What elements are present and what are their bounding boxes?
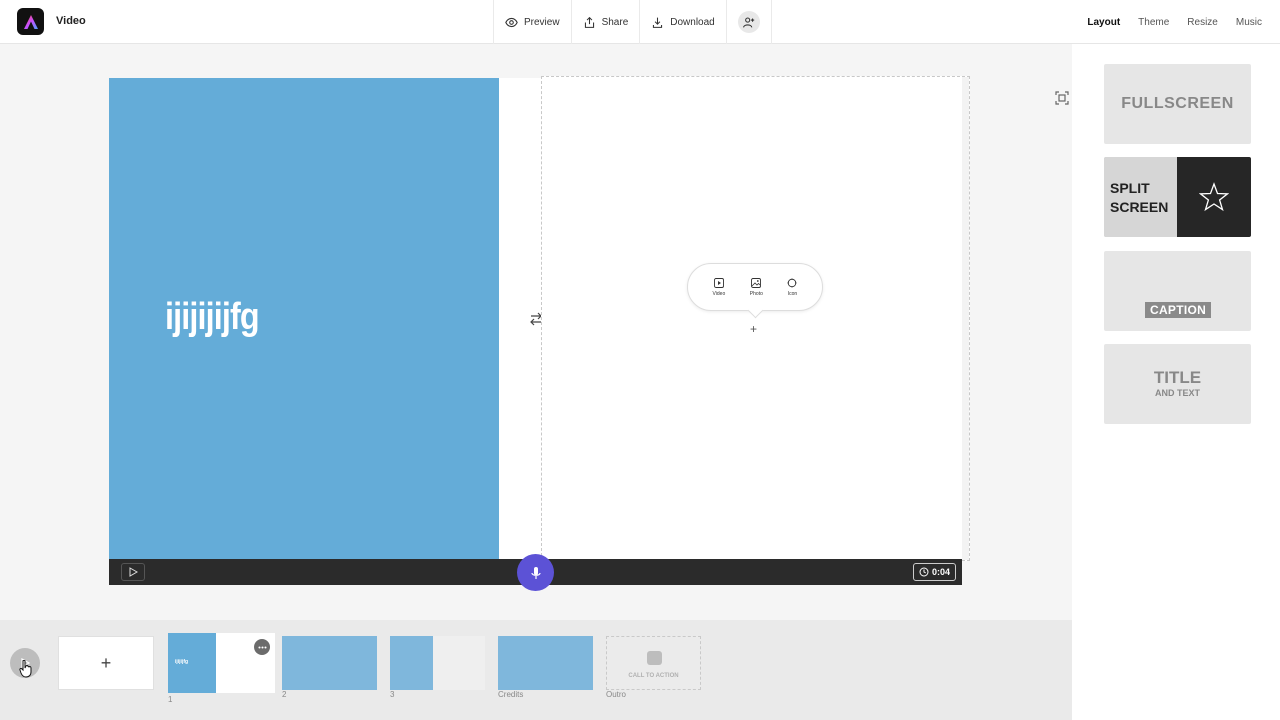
mouse-cursor-icon bbox=[19, 660, 32, 678]
preview-button[interactable]: Preview bbox=[493, 0, 571, 44]
scene-duration-button[interactable]: 0:04 bbox=[912, 563, 956, 581]
split-screen-label: SPLIT SCREEN bbox=[1110, 179, 1168, 217]
logo-placeholder-icon bbox=[647, 651, 662, 665]
duration-text: 0:04 bbox=[931, 567, 950, 577]
slide-right-panel[interactable]: Video Photo Icon + bbox=[541, 76, 970, 561]
insert-media-popover: Video Photo Icon bbox=[687, 263, 823, 311]
slide-left-panel[interactable]: ijijijijfg bbox=[109, 78, 499, 559]
fullscreen-label: FULLSCREEN bbox=[1121, 95, 1234, 112]
play-icon bbox=[129, 567, 138, 577]
video-label: Video bbox=[712, 290, 726, 297]
title-label: TITLE bbox=[1153, 368, 1202, 387]
and-text-label: AND TEXT bbox=[1155, 388, 1200, 398]
star-icon bbox=[1199, 182, 1229, 212]
logo-a-icon bbox=[23, 14, 38, 29]
call-to-action-label: CALL TO ACTION bbox=[628, 673, 679, 679]
download-button[interactable]: Download bbox=[639, 0, 725, 44]
playback-bar: 0:04 bbox=[109, 554, 962, 591]
split-line2: SCREEN bbox=[1110, 199, 1169, 215]
split-line1: SPLIT bbox=[1110, 180, 1150, 196]
tab-resize[interactable]: Resize bbox=[1187, 17, 1218, 28]
insert-photo-button[interactable]: Photo bbox=[749, 277, 763, 297]
video-icon bbox=[713, 277, 724, 288]
layout-caption-option[interactable]: CAPTION bbox=[1104, 251, 1251, 331]
record-voice-button[interactable] bbox=[517, 554, 554, 591]
more-dots-icon bbox=[257, 645, 267, 649]
download-label: Download bbox=[670, 16, 715, 28]
tab-theme[interactable]: Theme bbox=[1138, 17, 1169, 28]
layout-fullscreen-option[interactable]: FULLSCREEN bbox=[1104, 64, 1251, 144]
preview-label: Preview bbox=[524, 16, 560, 28]
scene-timeline: + ijijijfg 1 2 3 Credits CALL TO ACTION … bbox=[0, 620, 1072, 720]
layout-sidebar: FULLSCREEN SPLIT SCREEN CAPTION TITLE AN… bbox=[1072, 44, 1280, 720]
icon-shape-icon bbox=[787, 278, 797, 287]
scene-label-outro: Outro bbox=[606, 690, 627, 699]
adobe-express-logo-icon[interactable] bbox=[17, 8, 44, 35]
layout-title-and-text-option[interactable]: TITLE AND TEXT bbox=[1104, 344, 1251, 424]
share-icon bbox=[584, 16, 594, 28]
tab-layout[interactable]: Layout bbox=[1087, 17, 1120, 28]
panel-tabs: Layout Theme Resize Music bbox=[1087, 0, 1262, 44]
scene-label-credits: Credits bbox=[498, 690, 524, 699]
photo-label: Photo bbox=[749, 290, 763, 297]
scene-thumbnail-outro[interactable]: CALL TO ACTION bbox=[606, 636, 701, 690]
top-bar: Video Preview Share Download Layout Them… bbox=[0, 0, 1280, 44]
slide-text[interactable]: ijijijijfg bbox=[165, 296, 260, 339]
toolbar-actions: Preview Share Download bbox=[493, 0, 772, 44]
slide-stage: ijijijijfg Video Photo Icon + 0:04 bbox=[109, 76, 970, 591]
scene-more-button[interactable] bbox=[254, 639, 270, 655]
fit-to-screen-icon[interactable] bbox=[1055, 91, 1069, 105]
split-right-preview bbox=[1177, 157, 1251, 237]
document-title[interactable]: Video bbox=[56, 15, 86, 27]
microphone-icon bbox=[530, 566, 541, 579]
insert-video-button[interactable]: Video bbox=[712, 277, 726, 297]
photo-icon bbox=[751, 277, 762, 288]
scene-label-2: 2 bbox=[282, 690, 287, 699]
tab-music[interactable]: Music bbox=[1236, 17, 1262, 28]
icon-label: Icon bbox=[787, 290, 798, 297]
layout-split-screen-option[interactable]: SPLIT SCREEN bbox=[1104, 157, 1251, 237]
play-scene-button[interactable] bbox=[121, 563, 145, 581]
scene-label-1: 1 bbox=[168, 695, 173, 704]
insert-icon-button[interactable]: Icon bbox=[787, 278, 797, 297]
scene-thumbnail-1[interactable]: ijijijfg bbox=[168, 633, 275, 693]
share-button[interactable]: Share bbox=[570, 0, 640, 44]
clock-icon bbox=[919, 567, 929, 577]
scene-thumbnail-credits[interactable] bbox=[498, 636, 593, 690]
scene3-left-preview bbox=[390, 636, 433, 690]
add-scene-button[interactable]: + bbox=[58, 636, 154, 690]
scene-thumbnail-2[interactable] bbox=[282, 636, 377, 690]
add-user-icon bbox=[737, 11, 760, 33]
scene-thumbnail-3[interactable] bbox=[390, 636, 485, 690]
scene1-thumb-text: ijijijfg bbox=[175, 659, 189, 665]
eye-icon bbox=[505, 17, 518, 27]
download-icon bbox=[653, 17, 663, 28]
invite-button[interactable] bbox=[725, 0, 772, 44]
share-label: Share bbox=[601, 16, 629, 28]
add-media-plus-button[interactable]: + bbox=[750, 322, 757, 336]
caption-label: CAPTION bbox=[1145, 302, 1212, 318]
scene-label-3: 3 bbox=[390, 690, 395, 699]
